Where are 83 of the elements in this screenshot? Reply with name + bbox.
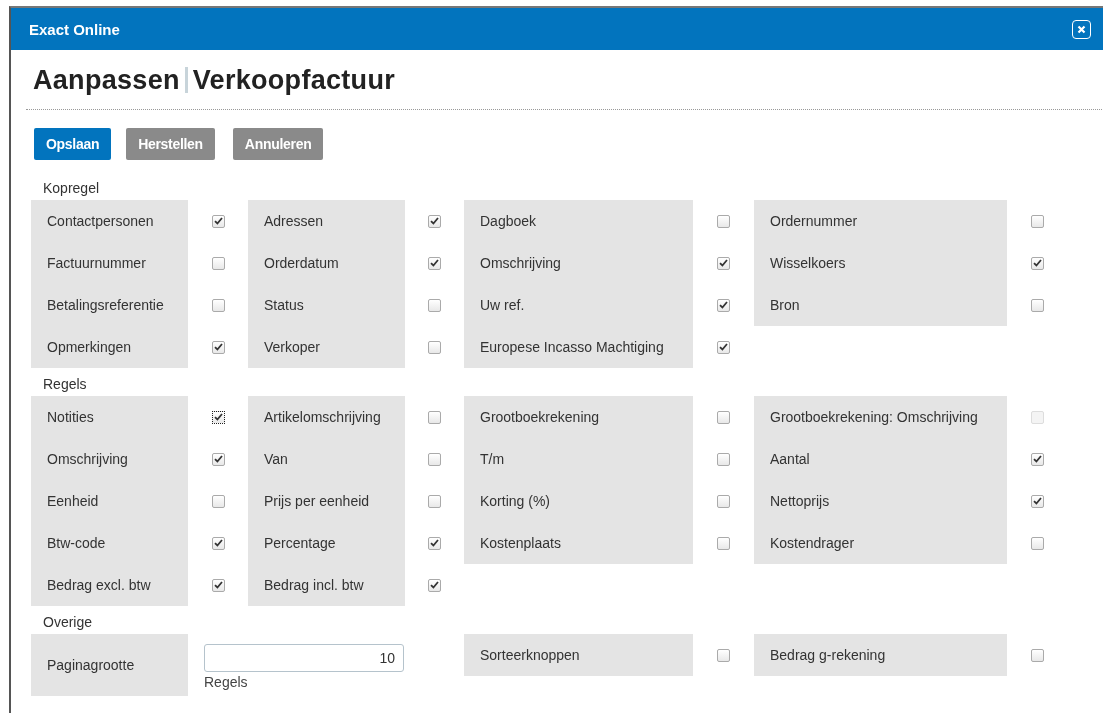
option-label: Prijs per eenheid <box>264 492 371 511</box>
checkbox[interactable] <box>717 648 730 662</box>
option-label: Ordernummer <box>770 212 859 231</box>
option-label: Artikelomschrijving <box>264 408 382 427</box>
save-button[interactable]: Opslaan <box>34 128 112 160</box>
checkbox[interactable] <box>211 410 225 424</box>
checkbox[interactable] <box>211 578 225 592</box>
checkbox[interactable] <box>428 536 441 550</box>
checkbox[interactable] <box>1030 214 1044 228</box>
option-label: Status <box>264 296 305 315</box>
option-label: Nettoprijs <box>770 492 831 511</box>
page-subheading: Verkoopfactuur <box>192 64 395 96</box>
checkbox[interactable] <box>1030 648 1044 662</box>
option-label: Grootboekrekening: Omschrijving <box>770 408 979 427</box>
unit-label: Regels <box>204 674 249 690</box>
checkbox[interactable] <box>717 536 730 550</box>
option-label: Kostenplaats <box>480 534 562 553</box>
option-label: Orderdatum <box>264 254 340 273</box>
option-label: Opmerkingen <box>47 338 133 357</box>
checkbox[interactable] <box>211 536 225 550</box>
checkbox[interactable] <box>717 256 730 270</box>
close-icon <box>1077 24 1086 34</box>
checkbox[interactable] <box>717 494 730 508</box>
checkbox[interactable] <box>211 214 225 228</box>
checkbox[interactable] <box>211 256 225 270</box>
option-label: Eenheid <box>47 492 100 511</box>
option-label: Btw-code <box>47 534 107 553</box>
option-label: Kostendrager <box>770 534 856 553</box>
checkbox[interactable] <box>211 494 225 508</box>
checkbox[interactable] <box>428 494 441 508</box>
checkbox[interactable] <box>428 214 441 228</box>
checkbox[interactable] <box>428 256 441 270</box>
checkbox[interactable] <box>211 298 225 312</box>
checkbox[interactable] <box>717 410 730 424</box>
option-label: Wisselkoers <box>770 254 847 273</box>
option-label: Notities <box>47 408 95 427</box>
option-label: Van <box>264 450 289 469</box>
checkbox[interactable] <box>1030 536 1044 550</box>
checkbox[interactable] <box>717 214 730 228</box>
option-label: T/m <box>480 450 506 469</box>
option-label: Sorteerknoppen <box>480 646 581 665</box>
close-button[interactable] <box>1072 19 1091 39</box>
option-label: Paginagrootte <box>47 656 136 675</box>
checkbox[interactable] <box>717 298 730 312</box>
section-title: Kopregel <box>43 180 101 196</box>
checkbox[interactable] <box>1030 256 1044 270</box>
option-label: Europese Incasso Machtiging <box>480 338 665 357</box>
page-heading: Aanpassen <box>33 64 180 96</box>
checkbox[interactable] <box>1030 452 1044 466</box>
option-label: Adressen <box>264 212 325 231</box>
option-label: Aantal <box>770 450 811 469</box>
checkbox[interactable] <box>428 578 441 592</box>
option-label: Factuurnummer <box>47 254 147 273</box>
option-label: Contactpersonen <box>47 212 155 231</box>
option-label: Korting (%) <box>480 492 552 511</box>
checkbox[interactable] <box>428 452 441 466</box>
action-button[interactable]: Annuleren <box>232 128 324 160</box>
option-label: Omschrijving <box>47 450 129 469</box>
checkbox[interactable] <box>717 452 730 466</box>
option-label: Betalingsreferentie <box>47 296 165 315</box>
option-label: Dagboek <box>480 212 538 231</box>
checkbox[interactable] <box>428 298 441 312</box>
option-label: Verkoper <box>264 338 322 357</box>
checkbox[interactable] <box>1030 494 1044 508</box>
option-label: Percentage <box>264 534 337 553</box>
section-title: Overige <box>43 614 94 630</box>
checkbox[interactable] <box>211 452 225 466</box>
option-label: Bedrag excl. btw <box>47 576 152 595</box>
page-size-field[interactable]: 10 <box>204 644 404 672</box>
checkbox[interactable] <box>1030 298 1044 312</box>
window-title: Exact Online <box>29 20 120 38</box>
checkbox[interactable] <box>428 410 441 424</box>
checkbox[interactable] <box>717 340 730 354</box>
option-label: Omschrijving <box>480 254 562 273</box>
section-title: Regels <box>43 376 88 392</box>
option-label: Grootboekrekening <box>480 408 601 427</box>
option-label: Bedrag g-rekening <box>770 646 887 665</box>
option-label: Bron <box>770 296 801 315</box>
action-button[interactable]: Herstellen <box>126 128 215 160</box>
option-label: Uw ref. <box>480 296 526 315</box>
option-label: Bedrag incl. btw <box>264 576 365 595</box>
checkbox[interactable] <box>428 340 441 354</box>
checkbox[interactable] <box>211 340 225 354</box>
